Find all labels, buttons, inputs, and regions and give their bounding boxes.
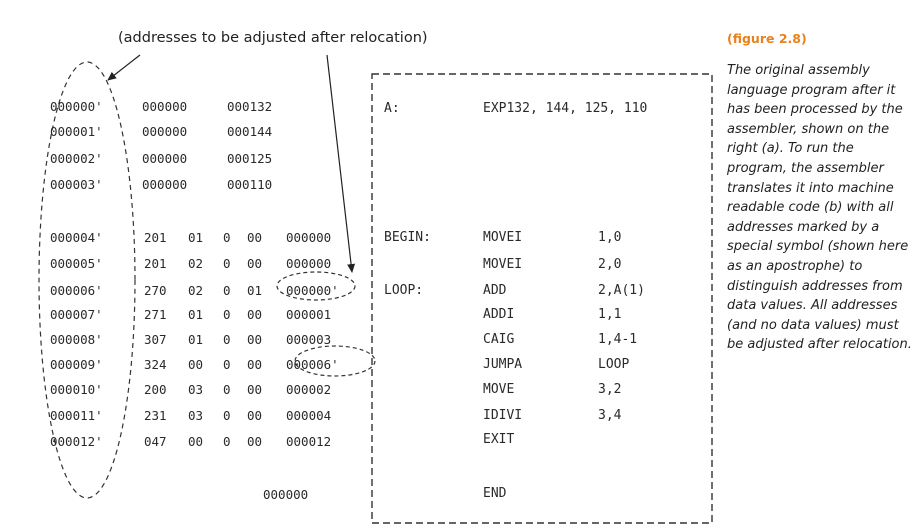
operand-address: 000000' (286, 283, 339, 298)
mnemonic: IDIVI (483, 408, 523, 423)
opcode: 047 (144, 434, 167, 449)
indirect-field: 0 (223, 307, 231, 322)
index-field: 00 (247, 357, 263, 372)
operands: 3,2 (598, 382, 622, 397)
mnemonic: JUMPA (483, 357, 523, 372)
data-word-address: 000000' (50, 99, 103, 114)
instruction-address: 000007' (50, 307, 103, 322)
instruction-address: 000004' (50, 230, 103, 245)
operand-address: 000004 (286, 408, 332, 423)
index-field: 00 (247, 382, 263, 397)
operands: 3,4 (598, 408, 622, 423)
operands: 1,0 (598, 230, 622, 245)
accumulator-field: 00 (188, 357, 204, 372)
assembly-box (371, 73, 713, 524)
accumulator-field: 02 (188, 283, 204, 298)
mnemonic: ADD (483, 283, 507, 298)
indirect-field: 0 (223, 357, 231, 372)
arrow-to-address-column (107, 54, 141, 81)
mnemonic: ADDI (483, 307, 515, 322)
data-word-value: 000132 (227, 99, 273, 114)
statement-label: BEGIN: (384, 230, 431, 245)
figure-caption: The original assembly language program a… (727, 63, 912, 353)
accumulator-field: 01 (188, 332, 204, 347)
accumulator-field: 02 (188, 256, 204, 271)
mnemonic: MOVEI (483, 257, 523, 272)
accumulator-field: 01 (188, 230, 204, 245)
accumulator-field: 01 (188, 307, 204, 322)
opcode: 324 (144, 357, 167, 372)
statement-label: LOOP: (384, 283, 424, 298)
instruction-address: 000006' (50, 283, 103, 298)
operand-address: 000002 (286, 382, 332, 397)
indirect-field: 0 (223, 408, 231, 423)
indirect-field: 0 (223, 230, 231, 245)
operands: LOOP (598, 357, 630, 372)
opcode: 271 (144, 307, 167, 322)
operand-address: 000012 (286, 434, 332, 449)
data-word-address: 000002' (50, 151, 103, 166)
mnemonic: CAIG (483, 332, 515, 347)
operand-address: 000006' (286, 357, 339, 372)
mnemonic: MOVE (483, 382, 515, 397)
index-field: 00 (247, 332, 263, 347)
data-word-value: 000000 (142, 177, 188, 192)
operand-address: 000003 (286, 332, 332, 347)
instruction-address: 000010' (50, 382, 103, 397)
data-word-value: 000125 (227, 151, 273, 166)
index-field: 00 (247, 307, 263, 322)
mnemonic: MOVEI (483, 230, 523, 245)
instruction-address: 000008' (50, 332, 103, 347)
operands: 1,1 (598, 307, 622, 322)
relocation-annotation: (addresses to be adjusted after relocati… (118, 30, 428, 46)
end-word: 000000 (263, 487, 309, 502)
index-field: 01 (247, 283, 263, 298)
data-word-address: 000003' (50, 177, 103, 192)
operand-address: 000000 (286, 256, 332, 271)
operand-address: 000000 (286, 230, 332, 245)
index-field: 00 (247, 256, 263, 271)
mnemonic: EXIT (483, 432, 515, 447)
data-word-value: 000000 (142, 151, 188, 166)
accumulator-field: 03 (188, 408, 204, 423)
accumulator-field: 00 (188, 434, 204, 449)
indirect-field: 0 (223, 382, 231, 397)
data-statement: EXP132, 144, 125, 110 (483, 101, 648, 116)
operand-address: 000001 (286, 307, 332, 322)
opcode: 307 (144, 332, 167, 347)
instruction-address: 000005' (50, 256, 103, 271)
operands: 2,A(1) (598, 283, 645, 298)
data-word-value: 000144 (227, 124, 273, 139)
indirect-field: 0 (223, 332, 231, 347)
indirect-field: 0 (223, 434, 231, 449)
indirect-field: 0 (223, 283, 231, 298)
index-field: 00 (247, 408, 263, 423)
index-field: 00 (247, 230, 263, 245)
index-field: 00 (247, 434, 263, 449)
opcode: 201 (144, 230, 167, 245)
instruction-address: 000009' (50, 357, 103, 372)
data-label: A: (384, 101, 400, 116)
opcode: 200 (144, 382, 167, 397)
end-directive: END (483, 486, 507, 501)
figure-label: (figure 2.8) (727, 31, 807, 46)
data-word-address: 000001' (50, 124, 103, 139)
accumulator-field: 03 (188, 382, 204, 397)
data-word-value: 000000 (142, 124, 188, 139)
indirect-field: 0 (223, 256, 231, 271)
operands: 2,0 (598, 257, 622, 272)
instruction-address: 000012' (50, 434, 103, 449)
opcode: 231 (144, 408, 167, 423)
operands: 1,4-1 (598, 332, 638, 347)
data-word-value: 000000 (142, 99, 188, 114)
instruction-address: 000011' (50, 408, 103, 423)
opcode: 201 (144, 256, 167, 271)
data-word-value: 000110 (227, 177, 273, 192)
opcode: 270 (144, 283, 167, 298)
